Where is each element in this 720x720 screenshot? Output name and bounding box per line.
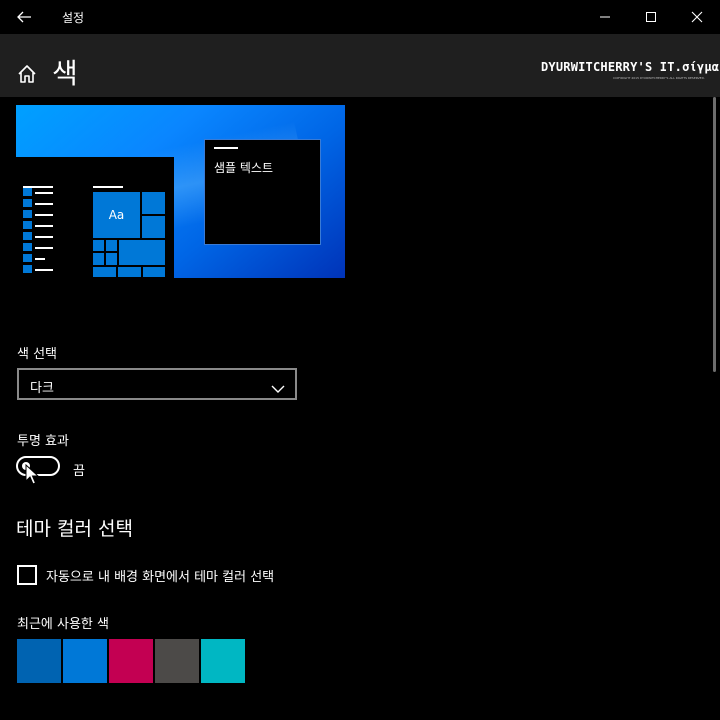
preview-tile: [93, 240, 104, 251]
color-swatch[interactable]: [201, 639, 245, 683]
preview-list-line: [35, 203, 53, 205]
page-header: 색 DYURWITCHERRY'S IT.σίγμα COPYRIGHT 201…: [0, 34, 720, 97]
preview-list-line: [35, 214, 53, 216]
preview-app-icon: [23, 210, 32, 218]
preview-app-icon: [23, 243, 32, 251]
title-bar: 설정: [0, 0, 720, 34]
preview-sample-text: 샘플 텍스트: [214, 161, 274, 175]
auto-theme-color-label[interactable]: 자동으로 내 배경 화면에서 테마 컬러 선택: [46, 566, 274, 585]
preview-list-line: [35, 192, 53, 194]
preview-tile: [142, 216, 165, 238]
preview-tile: [93, 267, 116, 277]
preview-tile: [106, 240, 117, 251]
transparency-label: 투명 효과: [17, 434, 69, 449]
watermark-logo: DYURWITCHERRY'S IT.σίγμα: [541, 60, 720, 74]
page-title: 색: [52, 57, 78, 90]
preview-app-icon: [23, 265, 32, 273]
preview-app-icon: [23, 188, 32, 196]
color-swatch[interactable]: [17, 639, 61, 683]
color-swatch[interactable]: [155, 639, 199, 683]
color-swatch[interactable]: [109, 639, 153, 683]
close-button[interactable]: [674, 0, 720, 34]
preview-app-icon: [23, 221, 32, 229]
preview-app-icon: [23, 199, 32, 207]
scrollbar[interactable]: [713, 97, 716, 372]
color-mode-value: 다크: [30, 381, 54, 396]
home-icon[interactable]: [16, 63, 38, 85]
preview-tile-header: [93, 186, 123, 188]
preview-tile-aa: Aa: [93, 192, 140, 238]
preview-tile: [119, 240, 165, 265]
color-select-label: 색 선택: [17, 347, 58, 362]
preview-tile: [93, 253, 104, 265]
preview-list-line: [35, 236, 53, 238]
color-swatch[interactable]: [63, 639, 107, 683]
recent-colors-label: 최근에 사용한 색: [17, 617, 109, 632]
watermark-subtext: COPYRIGHT 2015 DYURWITCHERRY'S ALL RIGHT…: [613, 76, 705, 80]
theme-color-heading: 테마 컬러 선택: [16, 518, 133, 540]
preview-tile: [143, 267, 165, 277]
preview-list-line: [35, 225, 53, 227]
preview-tile: [118, 267, 141, 277]
minimize-button[interactable]: [582, 0, 628, 34]
preview-list-line: [35, 247, 53, 249]
window-title: 설정: [62, 11, 85, 25]
preview-tile: [142, 192, 165, 214]
preview-list-line: [35, 269, 53, 271]
chevron-down-icon: [271, 379, 285, 393]
preview-window-bar: [214, 147, 238, 149]
color-mode-dropdown[interactable]: 다크: [17, 368, 297, 400]
preview-app-icon: [23, 254, 32, 262]
mouse-cursor-icon: [25, 463, 40, 486]
preview-list-line: [35, 258, 45, 260]
preview-tile: [106, 253, 117, 265]
transparency-state: 끔: [73, 464, 85, 479]
maximize-button[interactable]: [628, 0, 674, 34]
theme-preview: Aa 샘플 텍스트: [16, 105, 345, 278]
auto-theme-color-checkbox[interactable]: [17, 565, 37, 585]
preview-app-icon: [23, 232, 32, 240]
preview-list-line: [23, 186, 53, 188]
back-arrow-icon[interactable]: [14, 7, 34, 27]
preview-window: 샘플 텍스트: [204, 139, 321, 245]
